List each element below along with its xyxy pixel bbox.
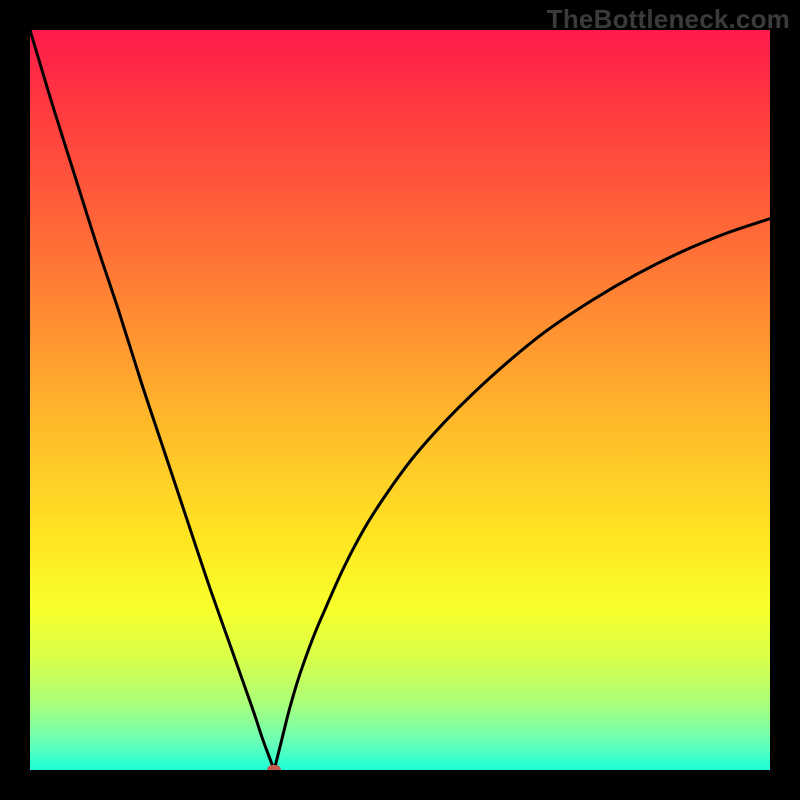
- chart-frame: TheBottleneck.com: [0, 0, 800, 800]
- plot-area: [30, 30, 770, 770]
- minimum-marker: [267, 765, 281, 770]
- curve-left-branch: [30, 30, 274, 770]
- curve-right-branch: [274, 219, 770, 770]
- bottleneck-curve: [30, 30, 770, 770]
